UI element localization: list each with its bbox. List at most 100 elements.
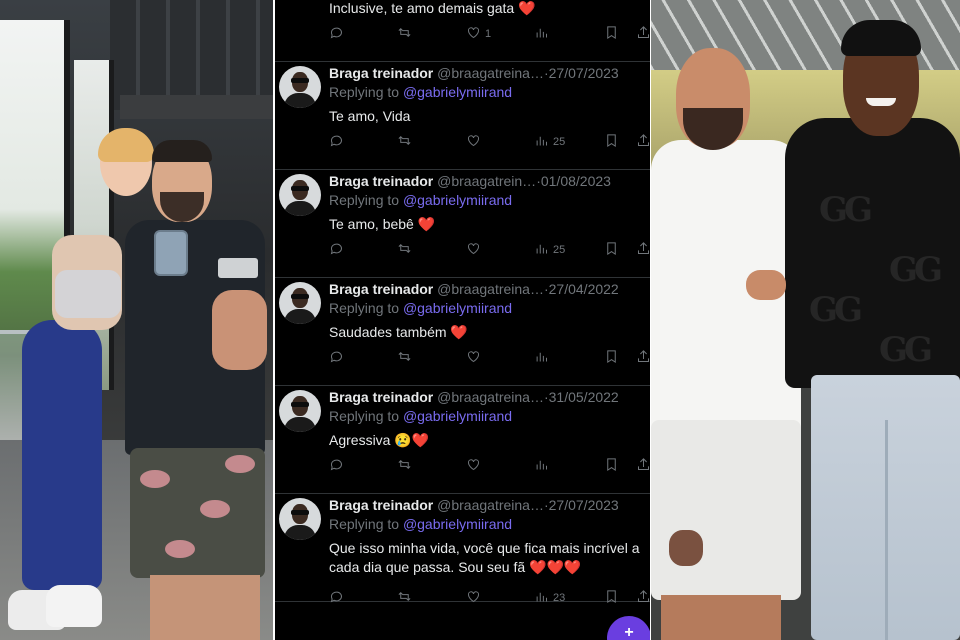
tweet-date[interactable]: 27/07/2023 [549, 497, 619, 513]
user-handle[interactable]: @braagatreina… [437, 389, 544, 405]
like-button[interactable]: 1 [466, 26, 491, 42]
like-button[interactable] [466, 134, 485, 150]
retweet-icon [397, 457, 412, 475]
like-button[interactable] [466, 242, 485, 258]
replying-to-label: Replying to [329, 408, 400, 424]
emoji: ❤️ [518, 0, 536, 16]
man-legs [661, 595, 781, 640]
display-name[interactable]: Braga treinador [329, 497, 433, 513]
share-icon [636, 25, 650, 43]
retweet-button[interactable] [397, 242, 416, 258]
tweet-header: Braga treinador @braagatreina…·31/05/202… [329, 389, 619, 407]
reply-button[interactable] [329, 242, 348, 258]
views-button[interactable]: 25 [534, 242, 565, 258]
tweet-date[interactable]: 27/04/2022 [549, 281, 619, 297]
display-name[interactable]: Braga treinador [329, 281, 433, 297]
avatar[interactable] [279, 66, 321, 108]
white-sneaker [46, 585, 102, 627]
woman-leggings [22, 320, 102, 590]
display-name[interactable]: Braga treinador [329, 389, 433, 405]
share-button[interactable] [636, 590, 650, 606]
mention-link[interactable]: @gabrielymiirand [403, 300, 512, 316]
like-button[interactable] [466, 458, 485, 474]
tweet-text: Inclusive, te amo demais gata ❤️ [329, 0, 649, 18]
bookmark-button[interactable] [604, 590, 619, 606]
retweet-icon [397, 133, 412, 151]
views-button[interactable]: 25 [534, 134, 565, 150]
display-name[interactable]: Braga treinador [329, 65, 433, 81]
views-button[interactable] [534, 350, 553, 366]
sunglasses-icon [291, 294, 309, 299]
mention-link[interactable]: @gabrielymiirand [403, 84, 512, 100]
reply-button[interactable] [329, 134, 348, 150]
tweet-date[interactable]: 01/08/2023 [541, 173, 611, 189]
tweet-reply[interactable]: Braga treinador @braagatreina…·27/04/202… [275, 278, 650, 386]
share-button[interactable] [636, 26, 650, 42]
views-button[interactable] [534, 26, 553, 42]
retweet-button[interactable] [397, 134, 416, 150]
retweet-button[interactable] [397, 26, 416, 42]
replying-to-line: Replying to @gabrielymiirand [329, 516, 512, 532]
tweet-reply[interactable]: Braga treinador @braagatreina…·27/07/202… [275, 494, 650, 604]
replying-to-line: Replying to @gabrielymiirand [329, 408, 512, 424]
display-name[interactable]: Braga treinador [329, 173, 433, 189]
views-button[interactable] [534, 458, 553, 474]
heart-icon [466, 25, 481, 43]
retweet-button[interactable] [397, 590, 416, 606]
avatar[interactable] [279, 498, 321, 540]
share-button[interactable] [636, 458, 650, 474]
share-icon [636, 241, 650, 259]
bookmark-button[interactable] [604, 26, 619, 42]
like-button[interactable] [466, 350, 485, 366]
like-button[interactable] [466, 590, 485, 606]
bookmark-button[interactable] [604, 458, 619, 474]
gym-ceiling [110, 0, 273, 110]
avatar[interactable] [279, 390, 321, 432]
compose-icon[interactable]: + [607, 616, 650, 640]
bookmark-button[interactable] [604, 350, 619, 366]
reply-button[interactable] [329, 590, 348, 606]
avatar[interactable] [279, 174, 321, 216]
ceiling-beam [120, 95, 273, 119]
like-count: 1 [485, 28, 492, 40]
smile [866, 98, 896, 106]
reply-button[interactable] [329, 26, 348, 42]
tweet-reply[interactable]: Braga treinador @braagatreina…·11/05/202… [275, 0, 650, 62]
reply-icon [329, 349, 344, 367]
reply-button[interactable] [329, 350, 348, 366]
tweet-date[interactable]: 27/07/2023 [549, 65, 619, 81]
share-button[interactable] [636, 242, 650, 258]
shorts-flower-pattern [165, 540, 195, 558]
pointing-arm [746, 270, 786, 300]
avatar-body [284, 309, 316, 324]
bookmark-icon [604, 589, 619, 607]
reply-icon [329, 241, 344, 259]
mention-link[interactable]: @gabrielymiirand [403, 192, 512, 208]
bookmark-button[interactable] [604, 134, 619, 150]
share-button[interactable] [636, 134, 650, 150]
retweet-button[interactable] [397, 350, 416, 366]
tweet-reply[interactable]: Braga treinador @braagatreina…·27/07/202… [275, 62, 650, 170]
tweet-reply[interactable]: Braga treinador @braagatrein…·01/08/2023… [275, 170, 650, 278]
replying-to-label: Replying to [329, 84, 400, 100]
mention-link[interactable]: @gabrielymiirand [403, 408, 512, 424]
user-handle[interactable]: @braagatreina… [437, 281, 544, 297]
mention-link[interactable]: @gabrielymiirand [403, 516, 512, 532]
heart-icon [466, 457, 481, 475]
avatar[interactable] [279, 282, 321, 324]
tweet-reply[interactable]: Braga treinador @braagatreina…·31/05/202… [275, 386, 650, 494]
shorts-flower-pattern [140, 470, 170, 488]
avatar-body [284, 201, 316, 216]
user-handle[interactable]: @braagatrein… [437, 173, 536, 189]
avatar-body [284, 525, 316, 540]
tweet-actions: 23 [329, 590, 650, 606]
bookmark-button[interactable] [604, 242, 619, 258]
reply-button[interactable] [329, 458, 348, 474]
views-button[interactable]: 23 [534, 590, 565, 606]
share-button[interactable] [636, 350, 650, 366]
tweet-date[interactable]: 31/05/2022 [549, 389, 619, 405]
retweet-button[interactable] [397, 458, 416, 474]
user-handle[interactable]: @braagatreina… [437, 497, 544, 513]
user-handle[interactable]: @braagatreina… [437, 65, 544, 81]
tweet-text-content: Saudades também [329, 324, 447, 340]
